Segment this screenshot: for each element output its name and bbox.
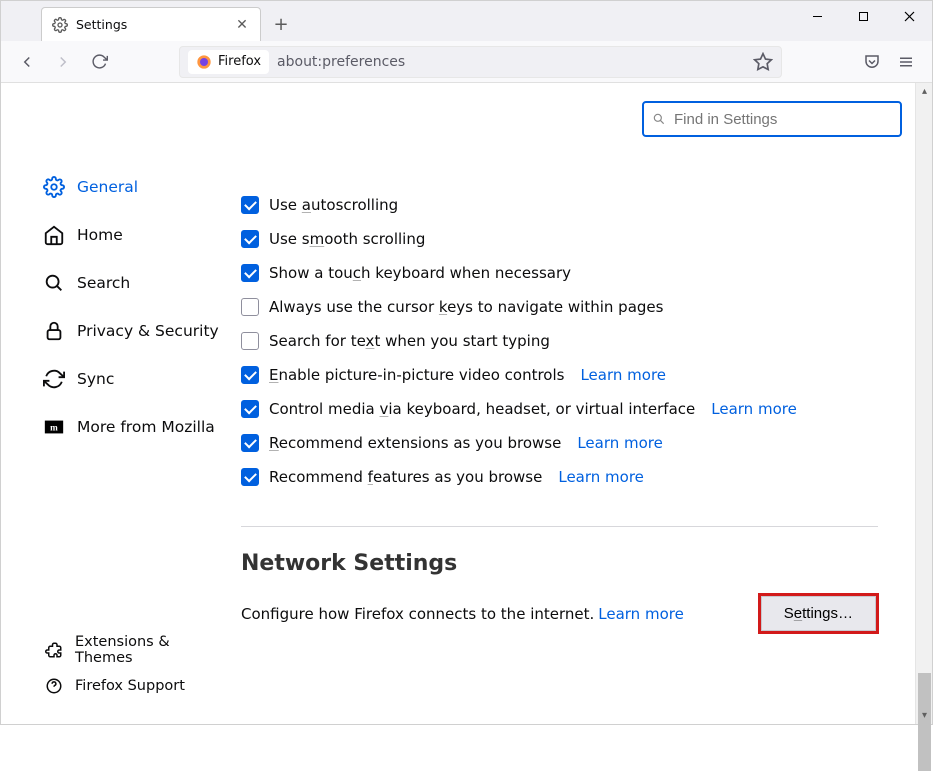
learn-more-link[interactable]: Learn more xyxy=(580,366,666,384)
option-label[interactable]: Recommend features as you browse xyxy=(269,468,542,486)
scroll-up-button[interactable]: ▴ xyxy=(916,83,933,100)
sidebar-item-home[interactable]: Home xyxy=(1,211,241,259)
checkbox[interactable] xyxy=(241,332,259,350)
section-divider xyxy=(241,526,878,527)
option-label[interactable]: Search for text when you start typing xyxy=(269,332,550,350)
close-window-button[interactable] xyxy=(886,1,932,31)
learn-more-link[interactable]: Learn more xyxy=(558,468,644,486)
option-label[interactable]: Always use the cursor keys to navigate w… xyxy=(269,298,663,316)
sidebar-extensions-themes[interactable]: Extensions & Themes xyxy=(1,632,241,668)
network-settings-button[interactable]: Settings… xyxy=(761,596,876,631)
option-row: Recommend extensions as you browse Learn … xyxy=(241,434,892,452)
nav-toolbar: Firefox about:preferences xyxy=(1,41,932,83)
checkbox[interactable] xyxy=(241,400,259,418)
option-label[interactable]: Show a touch keyboard when necessary xyxy=(269,264,571,282)
option-row: Show a touch keyboard when necessary xyxy=(241,264,892,282)
checkbox[interactable] xyxy=(241,468,259,486)
sidebar-item-general[interactable]: General xyxy=(1,163,241,211)
settings-content: General Home Search Privacy & Security S… xyxy=(1,83,932,724)
sidebar-firefox-support[interactable]: Firefox Support xyxy=(1,668,241,704)
tab-title: Settings xyxy=(76,17,127,32)
url-bar[interactable]: Firefox about:preferences xyxy=(179,46,782,78)
sidebar-item-label: Search xyxy=(77,274,130,292)
option-label[interactable]: Use smooth scrolling xyxy=(269,230,425,248)
home-icon xyxy=(43,224,65,246)
option-label[interactable]: Enable picture-in-picture video controls xyxy=(269,366,564,384)
sidebar-item-more-mozilla[interactable]: m More from Mozilla xyxy=(1,403,241,451)
option-row: Enable picture-in-picture video controls… xyxy=(241,366,892,384)
sidebar-bottom: Extensions & Themes Firefox Support xyxy=(1,632,241,724)
checkbox[interactable] xyxy=(241,230,259,248)
search-icon xyxy=(43,272,65,294)
browsing-options: Use autoscrolling Use smooth scrolling Sho… xyxy=(241,196,892,486)
save-to-pocket-button[interactable] xyxy=(856,46,888,78)
firefox-icon xyxy=(196,54,212,70)
network-settings-heading: Network Settings xyxy=(241,551,892,576)
option-label[interactable]: Control media via keyboard, headset, or … xyxy=(269,400,695,418)
window-controls xyxy=(794,1,932,41)
reload-button[interactable] xyxy=(83,46,115,78)
new-tab-button[interactable]: + xyxy=(267,10,295,38)
sidebar-item-sync[interactable]: Sync xyxy=(1,355,241,403)
settings-main-pane: Use autoscrolling Use smooth scrolling Sho… xyxy=(241,83,932,724)
gear-icon xyxy=(52,17,68,33)
sidebar-item-label: General xyxy=(77,178,138,196)
identity-box[interactable]: Firefox xyxy=(188,50,269,74)
bookmark-star-icon[interactable] xyxy=(753,52,773,72)
forward-button[interactable] xyxy=(47,46,79,78)
sync-icon xyxy=(43,368,65,390)
sidebar-item-label: More from Mozilla xyxy=(77,418,215,436)
checkbox[interactable] xyxy=(241,298,259,316)
maximize-button[interactable] xyxy=(840,1,886,31)
vertical-scrollbar[interactable]: ▴ ▾ xyxy=(915,83,932,724)
sidebar-item-label: Extensions & Themes xyxy=(75,634,231,666)
help-icon xyxy=(45,677,63,695)
scroll-down-button[interactable]: ▾ xyxy=(916,707,933,724)
checkbox[interactable] xyxy=(241,264,259,282)
settings-sidebar: General Home Search Privacy & Security S… xyxy=(1,83,241,724)
option-row: Recommend features as you browse Learn mo… xyxy=(241,468,892,486)
app-menu-button[interactable] xyxy=(890,46,922,78)
tab-strip: Settings ✕ + xyxy=(1,1,932,41)
option-row: Use smooth scrolling xyxy=(241,230,892,248)
identity-label: Firefox xyxy=(218,54,261,69)
back-button[interactable] xyxy=(11,46,43,78)
close-tab-button[interactable]: ✕ xyxy=(234,17,250,33)
settings-search-field[interactable] xyxy=(642,101,902,137)
sidebar-item-search[interactable]: Search xyxy=(1,259,241,307)
network-settings-row: Configure how Firefox connects to the in… xyxy=(241,596,892,631)
mozilla-icon: m xyxy=(43,416,65,438)
checkbox[interactable] xyxy=(241,196,259,214)
option-label[interactable]: Use autoscrolling xyxy=(269,196,398,214)
gear-icon xyxy=(43,176,65,198)
network-learn-more-link[interactable]: Learn more xyxy=(598,605,684,623)
learn-more-link[interactable]: Learn more xyxy=(577,434,663,452)
lock-icon xyxy=(43,320,65,342)
minimize-button[interactable] xyxy=(794,1,840,31)
browser-tab-settings[interactable]: Settings ✕ xyxy=(41,7,261,41)
learn-more-link[interactable]: Learn more xyxy=(711,400,797,418)
sidebar-item-label: Privacy & Security xyxy=(77,322,219,340)
checkbox[interactable] xyxy=(241,366,259,384)
option-row: Search for text when you start typing xyxy=(241,332,892,350)
checkbox[interactable] xyxy=(241,434,259,452)
search-icon xyxy=(652,112,666,126)
svg-text:m: m xyxy=(50,423,58,433)
settings-search-input[interactable] xyxy=(672,110,892,129)
option-row: Always use the cursor keys to navigate w… xyxy=(241,298,892,316)
option-row: Use autoscrolling xyxy=(241,196,892,214)
puzzle-icon xyxy=(45,641,63,659)
sidebar-item-label: Home xyxy=(77,226,123,244)
network-desc: Configure how Firefox connects to the in… xyxy=(241,605,594,623)
option-row: Control media via keyboard, headset, or … xyxy=(241,400,892,418)
sidebar-item-label: Firefox Support xyxy=(75,678,185,694)
sidebar-item-label: Sync xyxy=(77,370,114,388)
sidebar-item-privacy[interactable]: Privacy & Security xyxy=(1,307,241,355)
url-text: about:preferences xyxy=(277,54,405,70)
option-label[interactable]: Recommend extensions as you browse xyxy=(269,434,561,452)
